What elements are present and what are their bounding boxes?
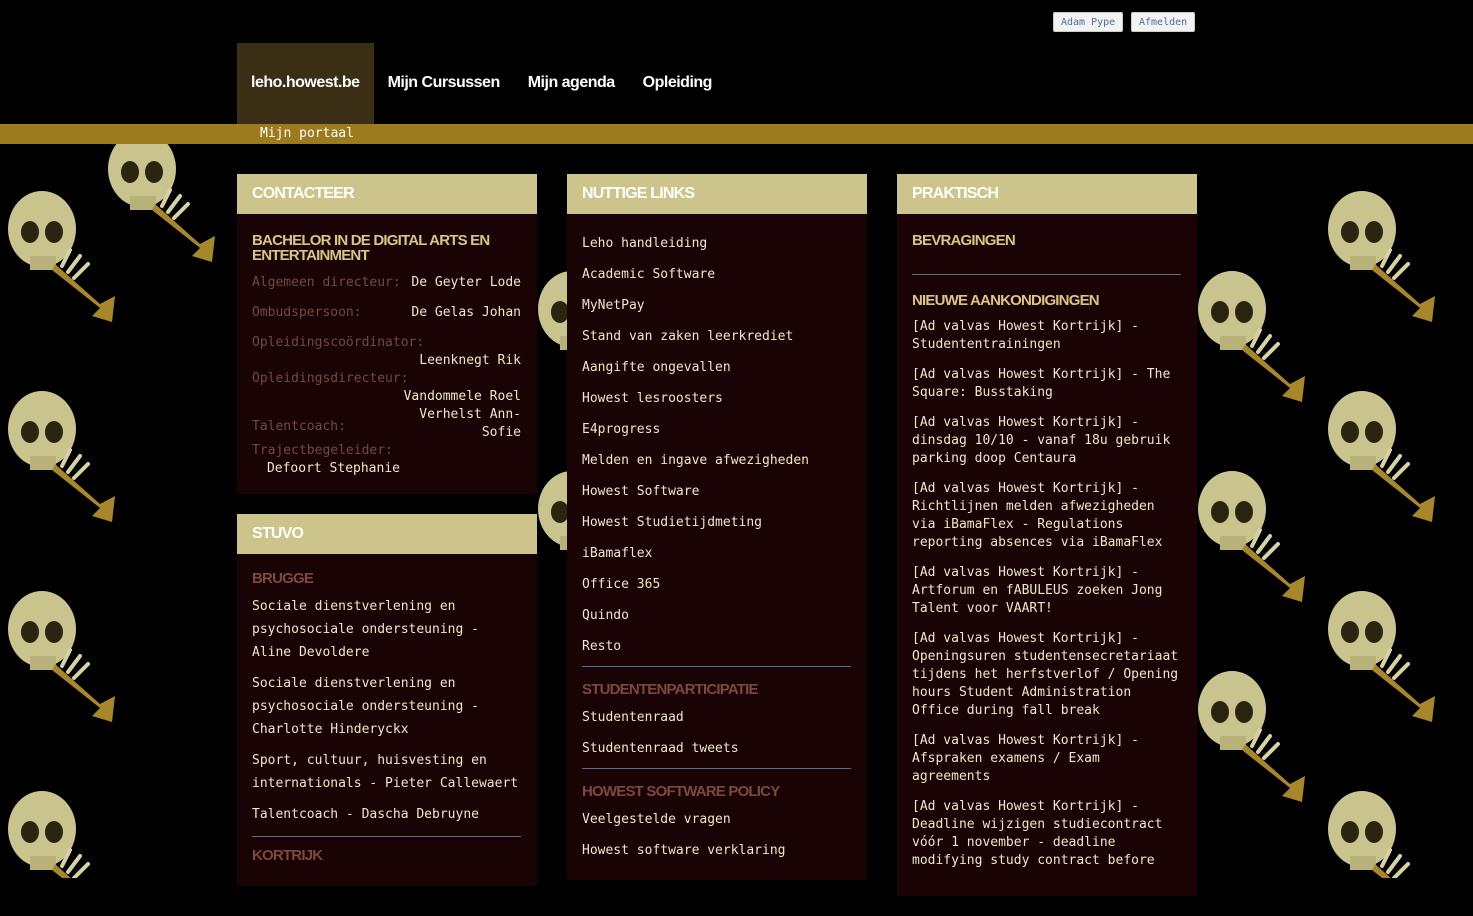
column-middle: NUTTIGE LINKS Leho handleiding Academic S…	[567, 174, 867, 900]
contact-label: Opleidingsdirecteur:	[252, 371, 409, 386]
contact-panel: CONTACTEER BACHELOR IN DE DIGITAL ARTS E…	[237, 174, 537, 494]
useful-link[interactable]: Howest Software	[582, 476, 851, 507]
announcement-link[interactable]: [Ad valvas Howest Kortrijk] - Richtlijne…	[912, 480, 1181, 552]
nav-my-courses[interactable]: Mijn Cursussen	[374, 43, 514, 124]
useful-link[interactable]: Leho handleiding	[582, 228, 851, 259]
contact-value: Defoort Stephanie	[266, 461, 400, 476]
contact-label: Ombudspersoon:	[252, 305, 362, 320]
link-student-council-tweets[interactable]: Studentenraad tweets	[582, 733, 851, 764]
useful-link[interactable]: MyNetPay	[582, 290, 851, 321]
user-profile-button[interactable]: Adam Pype	[1053, 12, 1124, 32]
contact-value: De Gelas Johan	[411, 305, 521, 320]
link-student-council[interactable]: Studentenraad	[582, 702, 851, 733]
announcement-link[interactable]: [Ad valvas Howest Kortrijk] - dinsdag 10…	[912, 414, 1181, 468]
skull-trumpet-icon	[1190, 664, 1310, 814]
divider	[582, 666, 851, 667]
stuvo-kortrijk-heading: KORTRIJK	[252, 847, 323, 864]
participation-heading: STUDENTENPARTICIPATIE	[582, 681, 759, 698]
sub-navigation-bar: Mijn portaal	[0, 124, 1473, 144]
skull-trumpet-icon	[0, 384, 120, 534]
skull-trumpet-icon	[1320, 384, 1440, 534]
contact-row: Trajectbegeleider: Defoort Stephanie	[252, 442, 521, 478]
practical-panel-title: PRAKTISCH	[897, 174, 1197, 214]
contact-label: Opleidingscoördinator:	[252, 335, 425, 350]
stuvo-panel-title: STUVO	[237, 514, 537, 554]
contact-value: Verhelst Ann-Sofie	[419, 407, 521, 440]
practical-panel: PRAKTISCH BEVRAGINGEN NIEUWE AANKONDIGIN…	[897, 174, 1197, 896]
stuvo-panel: STUVO BRUGGE Sociale dienstverlening en …	[237, 514, 537, 886]
announcements-heading: NIEUWE AANKONDIGINGEN	[912, 292, 1100, 309]
skull-trumpet-icon	[1320, 784, 1440, 878]
skull-trumpet-icon	[0, 784, 120, 878]
contact-row: Ombudspersoon: De Gelas Johan	[252, 304, 521, 322]
skull-trumpet-icon	[1190, 264, 1310, 414]
column-left: CONTACTEER BACHELOR IN DE DIGITAL ARTS E…	[237, 174, 537, 906]
useful-link[interactable]: Aangifte ongevallen	[582, 352, 851, 383]
software-policy-heading: HOWEST SOFTWARE POLICY	[582, 783, 780, 800]
skull-trumpet-icon	[100, 144, 220, 274]
announcement-link[interactable]: [Ad valvas Howest Kortrijk] - Afspraken …	[912, 732, 1181, 786]
useful-links-title: NUTTIGE LINKS	[567, 174, 867, 214]
program-title: BACHELOR IN DE DIGITAL ARTS EN ENTERTAIN…	[252, 232, 490, 264]
contact-label: Talentcoach:	[252, 419, 346, 434]
skull-trumpet-icon	[0, 584, 120, 734]
divider	[912, 274, 1181, 275]
useful-link[interactable]: Stand van zaken leerkrediet	[582, 321, 851, 352]
column-right: PRAKTISCH BEVRAGINGEN NIEUWE AANKONDIGIN…	[897, 174, 1197, 916]
useful-link[interactable]: Office 365	[582, 569, 851, 600]
skull-trumpet-icon	[1320, 184, 1440, 334]
skull-trumpet-icon	[1320, 584, 1440, 734]
useful-links-panel: NUTTIGE LINKS Leho handleiding Academic S…	[567, 174, 867, 880]
announcement-link[interactable]: [Ad valvas Howest Kortrijk] - Openingsur…	[912, 630, 1181, 720]
divider	[252, 836, 521, 837]
stuvo-link[interactable]: Talentcoach - Dascha Debruyne	[252, 803, 521, 826]
useful-link[interactable]: Howest lesroosters	[582, 383, 851, 414]
stuvo-link[interactable]: Sport, cultuur, huisvesting en internati…	[252, 749, 521, 795]
useful-link[interactable]: Quindo	[582, 600, 851, 631]
skull-trumpet-icon	[1190, 464, 1310, 614]
contact-row: Opleidingscoördinator: Leenknegt Rik	[252, 334, 521, 370]
useful-link[interactable]: Academic Software	[582, 259, 851, 290]
useful-link[interactable]: Resto	[582, 631, 851, 662]
contact-row: Opleidingsdirecteur: Vandommele Roel	[252, 370, 521, 406]
nav-home[interactable]: leho.howest.be	[237, 43, 374, 124]
useful-links-list: Leho handleiding Academic Software MyNetPa…	[582, 228, 851, 662]
nav-education[interactable]: Opleiding	[629, 43, 726, 124]
link-faq[interactable]: Veelgestelde vragen	[582, 804, 851, 835]
useful-link[interactable]: E4progress	[582, 414, 851, 445]
stuvo-brugge-heading: BRUGGE	[252, 570, 314, 587]
useful-link[interactable]: Melden en ingave afwezigheden	[582, 445, 851, 476]
nav-my-agenda[interactable]: Mijn agenda	[514, 43, 629, 124]
contact-label: Trajectbegeleider:	[252, 443, 393, 458]
useful-link[interactable]: iBamaflex	[582, 538, 851, 569]
contact-value: Vandommele Roel	[403, 389, 521, 404]
link-software-statement[interactable]: Howest software verklaring	[582, 835, 851, 866]
stuvo-link[interactable]: Sociale dienstverlening en psychosociale…	[252, 595, 521, 664]
main-navigation: leho.howest.be Mijn Cursussen Mijn agend…	[237, 43, 726, 124]
contact-value: Leenknegt Rik	[419, 353, 521, 368]
subnav-my-portal[interactable]: Mijn portaal	[260, 124, 354, 144]
announcement-link[interactable]: [Ad valvas Howest Kortrijk] - The Square…	[912, 366, 1181, 402]
contact-panel-title: CONTACTEER	[237, 174, 537, 214]
announcement-link[interactable]: [Ad valvas Howest Kortrijk] - Artforum e…	[912, 564, 1181, 618]
stuvo-link[interactable]: Sociale dienstverlening en psychosociale…	[252, 672, 521, 741]
divider	[582, 768, 851, 769]
contact-row: Algemeen directeur: De Geyter Lode	[252, 274, 521, 292]
surveys-heading: BEVRAGINGEN	[912, 232, 1016, 249]
contact-label: Algemeen directeur:	[252, 275, 401, 290]
logout-button[interactable]: Afmelden	[1131, 12, 1196, 32]
announcement-link[interactable]: [Ad valvas Howest Kortrijk] - Deadline w…	[912, 798, 1181, 870]
contact-row: Talentcoach: Verhelst Ann-Sofie	[252, 407, 521, 442]
contact-value: De Geyter Lode	[411, 275, 521, 290]
announcement-link[interactable]: [Ad valvas Howest Kortrijk] - Studentent…	[912, 318, 1181, 354]
announcements-list: [Ad valvas Howest Kortrijk] - Studentent…	[912, 318, 1181, 870]
useful-link[interactable]: Howest Studietijdmeting	[582, 507, 851, 538]
